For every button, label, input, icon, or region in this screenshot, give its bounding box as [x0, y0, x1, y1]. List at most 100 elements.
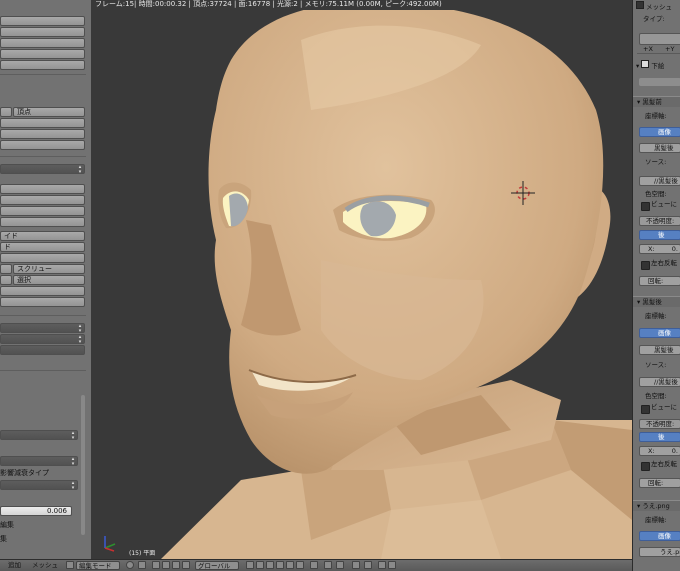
render-icon[interactable]	[378, 561, 386, 569]
image-source-button[interactable]: 画像	[639, 531, 680, 541]
axis-label: 座標軸:	[645, 516, 667, 524]
offset-x-field[interactable]: X: 0.	[639, 446, 680, 456]
image-name-field[interactable]: 黒髪後	[639, 345, 680, 355]
proportional-size-value: 0.006	[46, 507, 67, 515]
divider	[0, 156, 86, 157]
rotation-field[interactable]: 回転:	[639, 276, 680, 286]
tool-button[interactable]	[0, 118, 85, 128]
viewport-toolbar: 追加 メッシュ 編集モード グローバル	[0, 559, 632, 571]
depth-back-button[interactable]: 後	[639, 432, 680, 442]
dropdown[interactable]	[0, 164, 85, 174]
snap-target-icon[interactable]	[364, 561, 372, 569]
tool-button[interactable]	[0, 184, 85, 194]
x-value: 0.	[671, 447, 678, 455]
screw-button[interactable]: スクリュー	[13, 264, 85, 274]
dropdown[interactable]	[0, 334, 85, 344]
shading-icon[interactable]	[126, 561, 134, 569]
layer-icon[interactable]	[246, 561, 254, 569]
flip-checkbox[interactable]	[641, 261, 650, 270]
edit-label: 編集	[0, 521, 14, 529]
tool-button[interactable]	[0, 264, 12, 274]
vertex-select-icon[interactable]	[276, 561, 284, 569]
tool-button[interactable]	[0, 297, 85, 307]
scrollbar[interactable]	[81, 395, 85, 535]
mesh-menu[interactable]: メッシュ	[32, 561, 58, 570]
rotate-icon[interactable]	[172, 561, 180, 569]
falloff-dropdown[interactable]	[0, 480, 78, 490]
tool-button[interactable]	[0, 60, 85, 70]
source-label: ソース:	[645, 158, 667, 166]
bg-image-1-header[interactable]: ▾ 黒髪前	[633, 96, 680, 107]
type-field[interactable]	[639, 33, 680, 45]
proportional-size-field[interactable]: 0.006	[0, 506, 72, 516]
bg-image-2-title: 黒髪後	[642, 298, 662, 306]
view-checkbox[interactable]	[641, 405, 650, 414]
tool-button[interactable]	[0, 217, 85, 227]
tool-button[interactable]	[0, 253, 85, 263]
tool-button[interactable]	[0, 140, 85, 150]
image-source-button[interactable]: 画像	[639, 127, 680, 137]
head-model	[104, 2, 632, 559]
field[interactable]	[0, 345, 85, 355]
view-checkbox[interactable]	[641, 202, 650, 211]
properties-panel: メッシュ タイプ: +X +Y ▾ 下絵 ▾ 黒髪前 座標軸: 画像 黒髪後 ソ…	[632, 0, 680, 571]
source-path-field[interactable]: //黒髪後	[639, 176, 680, 186]
side-button[interactable]: イド	[0, 231, 85, 241]
scale-icon[interactable]	[182, 561, 190, 569]
orientation-select[interactable]: グローバル	[195, 561, 239, 570]
dropdown[interactable]	[0, 430, 78, 440]
mesh-section-header[interactable]: メッシュ	[636, 1, 672, 12]
offset-x-field[interactable]: X: 0.	[639, 244, 680, 254]
tool-button[interactable]	[0, 206, 85, 216]
image-name-field[interactable]: 黒髪後	[639, 143, 680, 153]
source-path-field[interactable]: //黒髪後	[639, 377, 680, 387]
layer-icon[interactable]	[266, 561, 274, 569]
edge-select-icon[interactable]	[286, 561, 294, 569]
dropdown[interactable]	[0, 456, 78, 466]
axis-label: 座標軸:	[645, 312, 667, 320]
tool-button[interactable]	[0, 16, 85, 26]
dropdown[interactable]	[0, 323, 85, 333]
opacity-field[interactable]: 不透明度:	[639, 419, 680, 429]
tool-button[interactable]	[0, 107, 12, 117]
side-button-2[interactable]: ド	[0, 242, 85, 252]
tool-button[interactable]	[0, 129, 85, 139]
manipulator-icon[interactable]	[152, 561, 160, 569]
flip-label: 左右反転	[651, 259, 677, 267]
image-source-button[interactable]: 画像	[639, 328, 680, 338]
tool-button[interactable]	[0, 286, 85, 296]
opacity-field[interactable]: 不透明度:	[639, 216, 680, 226]
add-image-button[interactable]	[639, 78, 680, 86]
flip-checkbox[interactable]	[641, 462, 650, 471]
vertex-button[interactable]: 頂点	[13, 107, 85, 117]
bg-image-3-header[interactable]: ▾ うえ.png	[633, 500, 680, 511]
occlude-icon[interactable]	[310, 561, 318, 569]
tool-button[interactable]	[0, 49, 85, 59]
layer-icon[interactable]	[256, 561, 264, 569]
collection-label: 集	[0, 535, 7, 543]
image-name-field[interactable]: うえ.png	[639, 547, 680, 557]
falloff-icon[interactable]	[336, 561, 344, 569]
camera-icon[interactable]	[388, 561, 396, 569]
bg-image-2-header[interactable]: ▾ 黒髪後	[633, 296, 680, 307]
mode-select[interactable]: 編集モード	[76, 561, 120, 570]
translate-icon[interactable]	[162, 561, 170, 569]
depth-back-button[interactable]: 後	[639, 230, 680, 240]
add-menu[interactable]: 追加	[8, 561, 21, 570]
3d-viewport[interactable]: フレーム:15| 時間:00:00.32 | 頂点:37724 | 面:1677…	[91, 0, 632, 559]
screw-label: スクリュー	[17, 265, 52, 273]
x-label: X:	[648, 447, 655, 455]
falloff-type-label: 影響減衰タイプ	[0, 469, 49, 477]
face-select-icon[interactable]	[296, 561, 304, 569]
select-button[interactable]: 選択	[13, 275, 85, 285]
snap-icon[interactable]	[352, 561, 360, 569]
tool-button[interactable]	[0, 275, 12, 285]
tool-button[interactable]	[0, 27, 85, 37]
proportional-icon[interactable]	[324, 561, 332, 569]
mesh-label: メッシュ	[646, 3, 672, 11]
tool-button[interactable]	[0, 38, 85, 48]
background-images-header[interactable]: ▾ 下絵	[636, 60, 664, 71]
rotation-field[interactable]: 回転:	[639, 478, 680, 488]
tool-button[interactable]	[0, 195, 85, 205]
pivot-icon[interactable]	[138, 561, 146, 569]
